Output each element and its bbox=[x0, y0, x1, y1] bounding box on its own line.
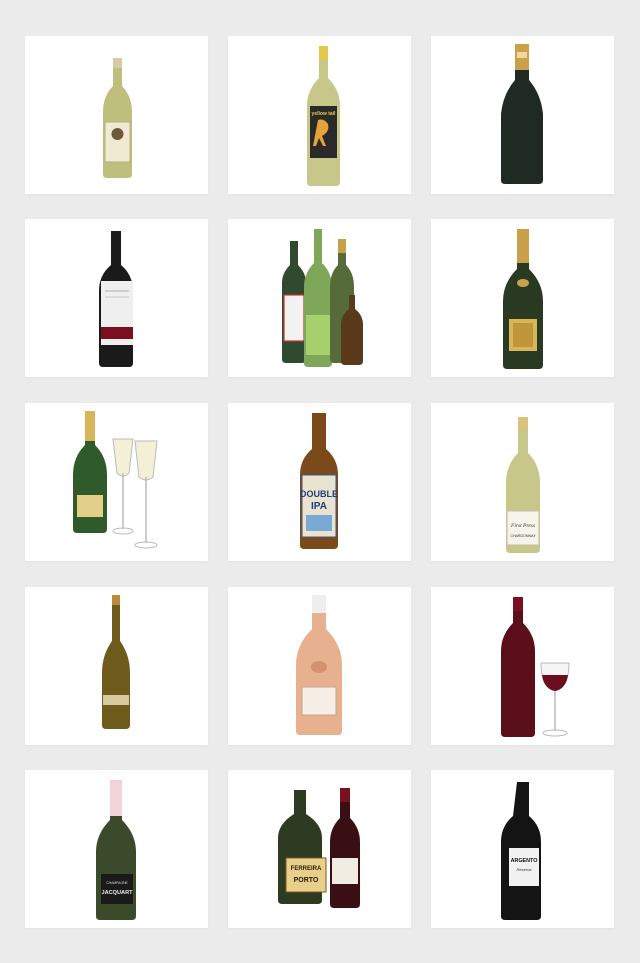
ferreira-porto-image: FERREIRA PORTO bbox=[278, 788, 360, 908]
argento-label: ARGENTO bbox=[511, 858, 538, 864]
porto-label: PORTO bbox=[294, 877, 319, 884]
jacquart-label: JACQUART bbox=[101, 890, 133, 896]
argento-bottle-image: ARGENTO Reserva bbox=[501, 782, 541, 920]
tile-rose-wine-bottle[interactable] bbox=[228, 587, 411, 745]
double-label: DOUBLE bbox=[300, 489, 338, 499]
assorted-bottles-image bbox=[282, 229, 363, 367]
first-press-bottle-image: First Press CHARDONNAY bbox=[506, 417, 540, 553]
riesling-bottle-image bbox=[102, 595, 130, 729]
champagne-bottle-image bbox=[503, 229, 543, 369]
white-wine-bottle-image bbox=[103, 58, 132, 178]
tile-jacquart-champagne[interactable]: CHAMPAGNE JACQUART bbox=[25, 770, 208, 928]
red-wine-bottle-image bbox=[99, 231, 133, 367]
yellow-tail-label: yellow tail bbox=[312, 111, 337, 117]
jacquart-bottle-image: CHAMPAGNE JACQUART bbox=[96, 780, 136, 920]
tile-champagne-with-flutes[interactable] bbox=[25, 403, 208, 561]
tile-assorted-bottles[interactable] bbox=[228, 219, 411, 377]
tile-yellow-tail-chardonnay[interactable]: yellow tail bbox=[228, 36, 411, 194]
dark-sparkling-bottle-image bbox=[501, 44, 543, 184]
argento-sub-label: Reserva bbox=[517, 867, 533, 872]
tile-red-wine-with-glass[interactable] bbox=[431, 587, 614, 745]
image-grid: yellow tail DOUBLE IPA First Press CHARD… bbox=[0, 0, 640, 963]
tile-white-wine-bottle[interactable] bbox=[25, 36, 208, 194]
double-ipa-bottle-image: DOUBLE IPA bbox=[300, 413, 338, 549]
yellow-tail-bottle-image: yellow tail bbox=[307, 46, 340, 186]
tile-first-press-chardonnay[interactable]: First Press CHARDONNAY bbox=[431, 403, 614, 561]
ferreira-label: FERREIRA bbox=[291, 866, 322, 872]
red-wine-glass-image bbox=[501, 597, 570, 737]
first-press-sub-label: CHARDONNAY bbox=[510, 534, 536, 538]
tile-tall-riesling-bottle[interactable] bbox=[25, 587, 208, 745]
tile-ferreira-porto[interactable]: FERREIRA PORTO bbox=[228, 770, 411, 928]
tile-red-wine-white-label[interactable] bbox=[25, 219, 208, 377]
ipa-label: IPA bbox=[311, 501, 327, 512]
tile-champagne-gold-foil[interactable] bbox=[431, 219, 614, 377]
rose-bottle-image bbox=[296, 595, 342, 735]
first-press-label: First Press bbox=[510, 523, 535, 529]
tile-dark-sparkling-bottle[interactable] bbox=[431, 36, 614, 194]
tile-argento-reserva[interactable]: ARGENTO Reserva bbox=[431, 770, 614, 928]
tile-double-ipa-beer[interactable]: DOUBLE IPA bbox=[228, 403, 411, 561]
jacquart-small-label: CHAMPAGNE bbox=[106, 881, 128, 885]
champagne-flutes-image bbox=[73, 411, 158, 549]
